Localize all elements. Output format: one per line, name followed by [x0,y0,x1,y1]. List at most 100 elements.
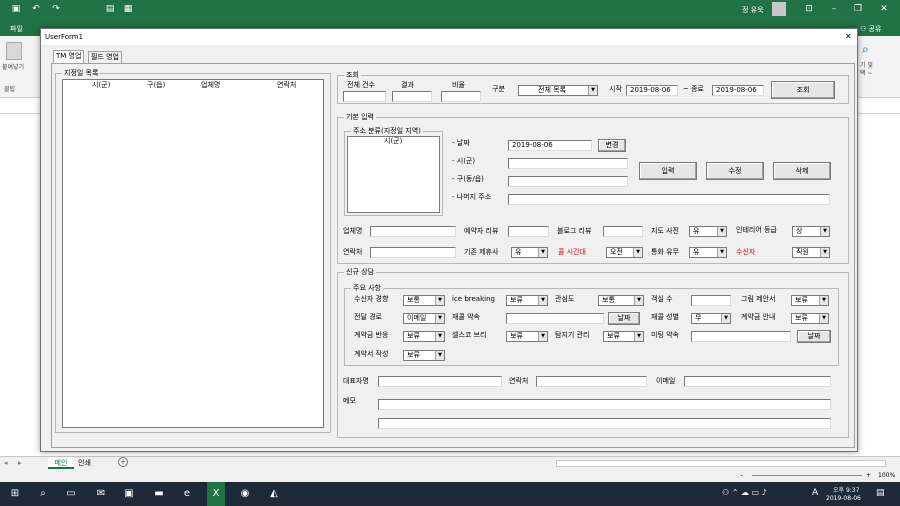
meeting-date-button[interactable]: 날짜 [797,330,831,343]
edit-button[interactable]: 수정 [706,162,764,180]
edge-icon[interactable]: e [178,482,196,506]
add-sheet-icon[interactable]: + [118,457,128,467]
system-tray-icons[interactable]: ⚇ ⌃ ☁ ▭ ♪ [722,488,767,497]
meeting-promise-field[interactable] [691,331,791,342]
delete-button[interactable]: 삭제 [773,162,831,180]
sheet-tab-main[interactable]: 메인 [48,457,74,469]
city-field[interactable] [508,158,628,169]
interest-select[interactable]: 보통 ▼ [598,295,644,306]
quick-access-icon[interactable]: ▤ [104,4,116,15]
share-button[interactable]: ⚇ 공유 [860,24,881,34]
dialog-title-bar: UserForm1 ✕ [41,29,857,45]
horizontal-scrollbar[interactable] [556,460,886,467]
email-field[interactable] [684,376,831,387]
mail-icon[interactable]: ✉ [92,482,110,506]
paste-icon[interactable] [6,42,22,60]
room-count-field[interactable] [691,295,731,306]
scroll-left-icon[interactable]: ◂ [4,459,8,467]
deposit-guide-select[interactable]: 보류 ▼ [791,313,829,324]
call-time-select[interactable]: 오전 ▼ [606,247,643,258]
receiver-select[interactable]: 직원 ▼ [792,247,830,258]
ime-indicator[interactable]: A [812,488,818,498]
search-button[interactable]: 조회 [771,81,835,99]
search-icon[interactable]: ⌕ [34,482,52,506]
zoom-out-icon[interactable]: – [740,472,743,479]
dialog-close-icon[interactable]: ✕ [845,29,852,45]
memo-field-2[interactable] [378,418,831,429]
input-button[interactable]: 입력 [639,162,697,180]
new-contact-field[interactable] [536,376,647,387]
app-icon[interactable]: ◭ [265,482,283,506]
tab-field-sales[interactable]: 필드 영업 [88,51,122,63]
chevron-down-icon: ▼ [633,248,642,257]
ice-breaking-select[interactable]: 보류 ▼ [506,295,548,306]
major-items-frame: 주요 사항 수신자 경향 보통 ▼ ice breaking 보류 ▼ 관심도 보통… [344,284,839,366]
avatar[interactable] [772,2,786,16]
recall-promise-field[interactable] [506,313,604,324]
recall-date-button[interactable]: 날짜 [608,312,640,325]
receiver-tendency-select[interactable]: 보통 ▼ [403,295,445,306]
picture-proposal-select[interactable]: 보류 ▼ [791,295,829,306]
date-label: - 날짜 [452,139,470,147]
blog-review-field[interactable] [603,226,643,237]
zoom-level[interactable]: 100% [878,472,895,479]
representative-field[interactable] [378,376,502,387]
reservation-review-field[interactable] [508,226,549,237]
scroll-right-icon[interactable]: ▸ [18,459,22,467]
district-field[interactable] [508,176,628,187]
designated-listbox[interactable]: 시(군) 구(읍) 업체명 연락처 [62,79,324,428]
maximize-icon[interactable]: ❐ [852,4,864,15]
chrome-icon[interactable]: ◉ [236,482,254,506]
sheet-tab-print[interactable]: 인쇄 [78,458,91,468]
result-field[interactable] [392,91,432,102]
memo-field-1[interactable] [378,399,831,410]
folder-icon[interactable]: ▬ [150,482,168,506]
save-icon[interactable]: ▣ [10,4,22,15]
change-date-button[interactable]: 변경 [598,139,626,152]
self-scoring-select[interactable]: 보류 ▼ [506,331,548,342]
quick-access-icon-2[interactable]: ▦ [122,4,134,15]
category-select[interactable]: 전체 목록 ▼ [518,85,598,96]
tab-tm-sales[interactable]: TM 영업 [53,50,85,63]
total-count-label: 전체 건수 [347,81,375,89]
excel-icon[interactable]: X [207,482,225,506]
notification-icon[interactable]: ▤ [876,488,885,498]
zoom-in-icon[interactable]: + [866,472,871,479]
interior-grade-select[interactable]: 상 ▼ [792,226,830,237]
call-status-select[interactable]: 유 ▼ [689,247,727,258]
address-class-caption: 주소 분류(지정일 지역) [351,127,423,135]
detector-manage-select[interactable]: 보류 ▼ [603,331,644,342]
undo-icon[interactable]: ↶ [30,4,42,15]
delivery-route-select[interactable]: 이메일 ▼ [403,313,445,324]
map-photo-select[interactable]: 유 ▼ [689,226,727,237]
zoom-slider[interactable] [752,475,862,476]
contact-field[interactable] [370,247,456,258]
find-icon[interactable]: ⌕ [862,42,869,57]
close-icon[interactable]: ✕ [878,4,890,15]
minimize-icon[interactable]: – [828,4,840,15]
company-field[interactable] [370,226,456,237]
tab-file[interactable]: 파일 [10,24,23,34]
start-label: 시작 [609,85,622,93]
query-frame: 조회 전체 건수 결과 비율 구분 전체 목록 ▼ 시작 2019-08-06 ~… [337,71,849,104]
contract-write-select[interactable]: 보류 ▼ [403,350,445,361]
windows-start-icon[interactable]: ⊞ [6,482,24,506]
existing-partner-select[interactable]: 유 ▼ [511,247,548,258]
end-date-field[interactable]: 2019-08-06 [712,85,764,96]
chevron-down-icon: ▼ [819,296,828,305]
rest-address-field[interactable] [508,194,830,205]
task-view-icon[interactable]: ▭ [62,482,80,506]
ribbon-options-icon[interactable]: ⊡ [803,4,815,15]
redo-icon[interactable]: ↷ [50,4,62,15]
district-label: - 구(동/읍) [452,175,484,183]
store-icon[interactable]: ▣ [120,482,138,506]
ratio-field[interactable] [441,91,481,102]
total-count-field[interactable] [343,91,386,102]
deposit-reaction-select[interactable]: 보류 ▼ [403,331,445,342]
address-listbox[interactable]: 시(군) [347,136,440,213]
designated-list-frame: 지정일 목록 시(군) 구(읍) 업체명 연락처 [55,69,331,433]
start-date-field[interactable]: 2019-08-06 [626,85,678,96]
chevron-down-icon: ▼ [538,332,547,341]
date-field[interactable]: 2019-08-06 [508,140,592,151]
recall-gender-select[interactable]: 무 ▼ [691,313,731,324]
